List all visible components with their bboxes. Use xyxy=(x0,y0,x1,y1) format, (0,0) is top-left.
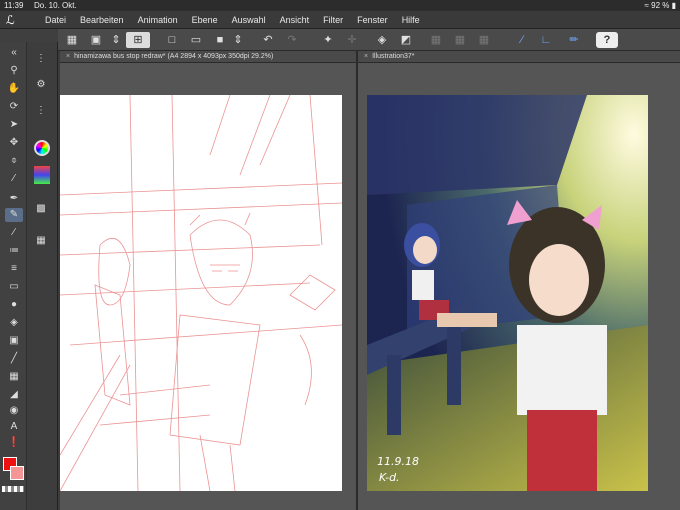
transform-icon[interactable]: ✛ xyxy=(344,32,360,48)
color-history-icon[interactable]: ▩ xyxy=(32,202,50,216)
menu-item-bearbeiten[interactable]: Bearbeiten xyxy=(73,11,131,29)
eyedropper-icon[interactable]: ⁄ xyxy=(5,172,23,186)
material-icon[interactable]: ▦ xyxy=(32,234,50,248)
snap-special-ruler-icon[interactable]: ∟ xyxy=(538,32,554,48)
status-time: 11:39 xyxy=(4,1,24,10)
pen-pressure-icon[interactable]: ✏ xyxy=(566,32,582,48)
snap-ruler-icon[interactable]: ∕ xyxy=(514,32,530,48)
selection-icon[interactable]: ⌽ xyxy=(5,154,23,168)
new-file-icon[interactable]: □ xyxy=(164,32,180,48)
command-bar: ▦ ▣ ⇕ ⊞ □ ▭ ■ ⇕ ↶ ↷ ✦ ✛ ◈ ◩ ▦ ▦ ▦ ∕ ∟ ✏ … xyxy=(58,29,680,51)
grid-off-icon[interactable]: ▦ xyxy=(476,32,492,48)
menu-item-fenster[interactable]: Fenster xyxy=(350,11,395,29)
status-date: Do. 10. Okt. xyxy=(34,1,77,10)
tool-column: « ⚲ ✋ ⟳ ➤ ✥ ⌽ ⁄ ✒ ✎ ∕ ≔ ≡ ▭ ● ◈ ▣ ╱ ▦ ◢ … xyxy=(0,42,27,510)
move-layer-icon[interactable]: ✥ xyxy=(5,136,23,150)
color-wheel-icon[interactable] xyxy=(34,140,50,156)
close-tab-icon[interactable]: × xyxy=(66,51,70,63)
brush-size-icon[interactable]: ⋮ xyxy=(32,104,50,118)
sub-tool-menu-icon[interactable]: ⋮ xyxy=(32,52,50,66)
battery-icon: ▮ xyxy=(671,1,676,10)
status-right: ≈ 92 % ▮ xyxy=(645,0,677,11)
gradient-icon[interactable]: ▣ xyxy=(5,334,23,348)
eraser-icon[interactable]: ▭ xyxy=(5,280,23,294)
tab-illustration[interactable]: × Illustration37* xyxy=(358,51,680,63)
spin-arrows-icon[interactable]: ⇕ xyxy=(108,32,124,48)
sparkle-icon[interactable]: ✦ xyxy=(320,32,336,48)
decoration-icon[interactable]: ≡ xyxy=(5,262,23,276)
pen-icon[interactable]: ✒ xyxy=(5,192,23,206)
illustration-canvas[interactable]: 11.9.18 K-d. xyxy=(367,95,648,491)
pencil-icon[interactable]: ✎ xyxy=(5,208,23,222)
tab-sketch[interactable]: × hinamizawa bus stop redraw* (A4 2894 x … xyxy=(60,51,356,63)
fill-bucket-icon[interactable]: ◈ xyxy=(374,32,390,48)
ruler-off-icon[interactable]: ▦ xyxy=(428,32,444,48)
operation-icon[interactable]: ➤ xyxy=(5,118,23,132)
correct-line-icon[interactable]: ❗ xyxy=(5,436,23,450)
sketch-canvas[interactable] xyxy=(60,95,342,491)
signature-date: 11.9.18 xyxy=(377,455,419,468)
menu-item-hilfe[interactable]: Hilfe xyxy=(395,11,427,29)
sketch-drawing xyxy=(60,95,342,491)
balloon-icon[interactable]: ◉ xyxy=(5,404,23,418)
quick-access-icon[interactable]: ⊞ xyxy=(126,32,150,48)
canvas-color-icon[interactable]: ■ xyxy=(212,32,228,48)
airbrush-icon[interactable]: ≔ xyxy=(5,244,23,258)
frame-icon[interactable]: ▦ xyxy=(5,370,23,384)
open-folder-icon[interactable]: ▭ xyxy=(188,32,204,48)
hand-icon[interactable]: ✋ xyxy=(5,82,23,96)
sub-color-swatch[interactable] xyxy=(10,466,24,480)
crop-icon[interactable]: ◩ xyxy=(398,32,414,48)
help-button[interactable]: ? xyxy=(596,32,618,48)
illustration-drawing xyxy=(367,95,648,491)
color-set-icon[interactable] xyxy=(34,166,50,184)
figure-icon[interactable]: ╱ xyxy=(5,352,23,366)
undo-icon[interactable]: ↶ xyxy=(260,32,276,48)
tab-sketch-label: hinamizawa bus stop redraw* (A4 2894 x 4… xyxy=(74,53,274,60)
close-tab-icon[interactable]: × xyxy=(364,51,368,63)
menu-item-ansicht[interactable]: Ansicht xyxy=(273,11,317,29)
close-panel-icon[interactable]: « xyxy=(5,46,23,60)
signature-initials: K-d. xyxy=(379,471,400,484)
menu-item-ebene[interactable]: Ebene xyxy=(185,11,225,29)
ios-status-bar: 11:39 Do. 10. Okt. ≈ 92 % ▮ xyxy=(0,0,680,11)
tool-property-icon[interactable]: ⚙ xyxy=(32,78,50,92)
text-icon[interactable]: A xyxy=(5,420,23,434)
snap-off-icon[interactable]: ▦ xyxy=(452,32,468,48)
brush-icon[interactable]: ∕ xyxy=(5,226,23,240)
redo-icon[interactable]: ↷ xyxy=(284,32,300,48)
menu-item-animation[interactable]: Animation xyxy=(131,11,185,29)
app-logo-icon[interactable]: ℒ xyxy=(6,13,20,27)
wifi-icon: ≈ xyxy=(644,1,649,10)
menu-items: Datei Bearbeiten Animation Ebene Auswahl… xyxy=(38,11,427,29)
blend-icon[interactable]: ● xyxy=(5,298,23,312)
menu-item-datei[interactable]: Datei xyxy=(38,11,73,29)
tool-sidebar: « ⚲ ✋ ⟳ ➤ ✥ ⌽ ⁄ ✒ ✎ ∕ ≔ ≡ ▭ ● ◈ ▣ ╱ ▦ ◢ … xyxy=(0,42,58,510)
ruler-icon[interactable]: ◢ xyxy=(5,388,23,402)
transparent-color-swatch[interactable] xyxy=(2,486,24,492)
menu-item-auswahl[interactable]: Auswahl xyxy=(225,11,273,29)
tab-illustration-label: Illustration37* xyxy=(372,53,415,60)
menu-bar: ℒ Datei Bearbeiten Animation Ebene Auswa… xyxy=(0,11,680,29)
menu-item-filter[interactable]: Filter xyxy=(316,11,350,29)
canvas-pane-left: × hinamizawa bus stop redraw* (A4 2894 x … xyxy=(60,51,356,510)
size-arrows-icon[interactable]: ⇕ xyxy=(230,32,246,48)
zoom-icon[interactable]: ⚲ xyxy=(5,64,23,78)
fill-icon[interactable]: ◈ xyxy=(5,316,23,330)
layout-grid-icon[interactable]: ▦ xyxy=(64,32,80,48)
preview-icon[interactable]: ▣ xyxy=(88,32,104,48)
canvas-pane-right: × Illustration37* 11.9.18 K-d. xyxy=(358,51,680,510)
rotate-icon[interactable]: ⟳ xyxy=(5,100,23,114)
battery-percent: 92 % xyxy=(651,1,670,10)
